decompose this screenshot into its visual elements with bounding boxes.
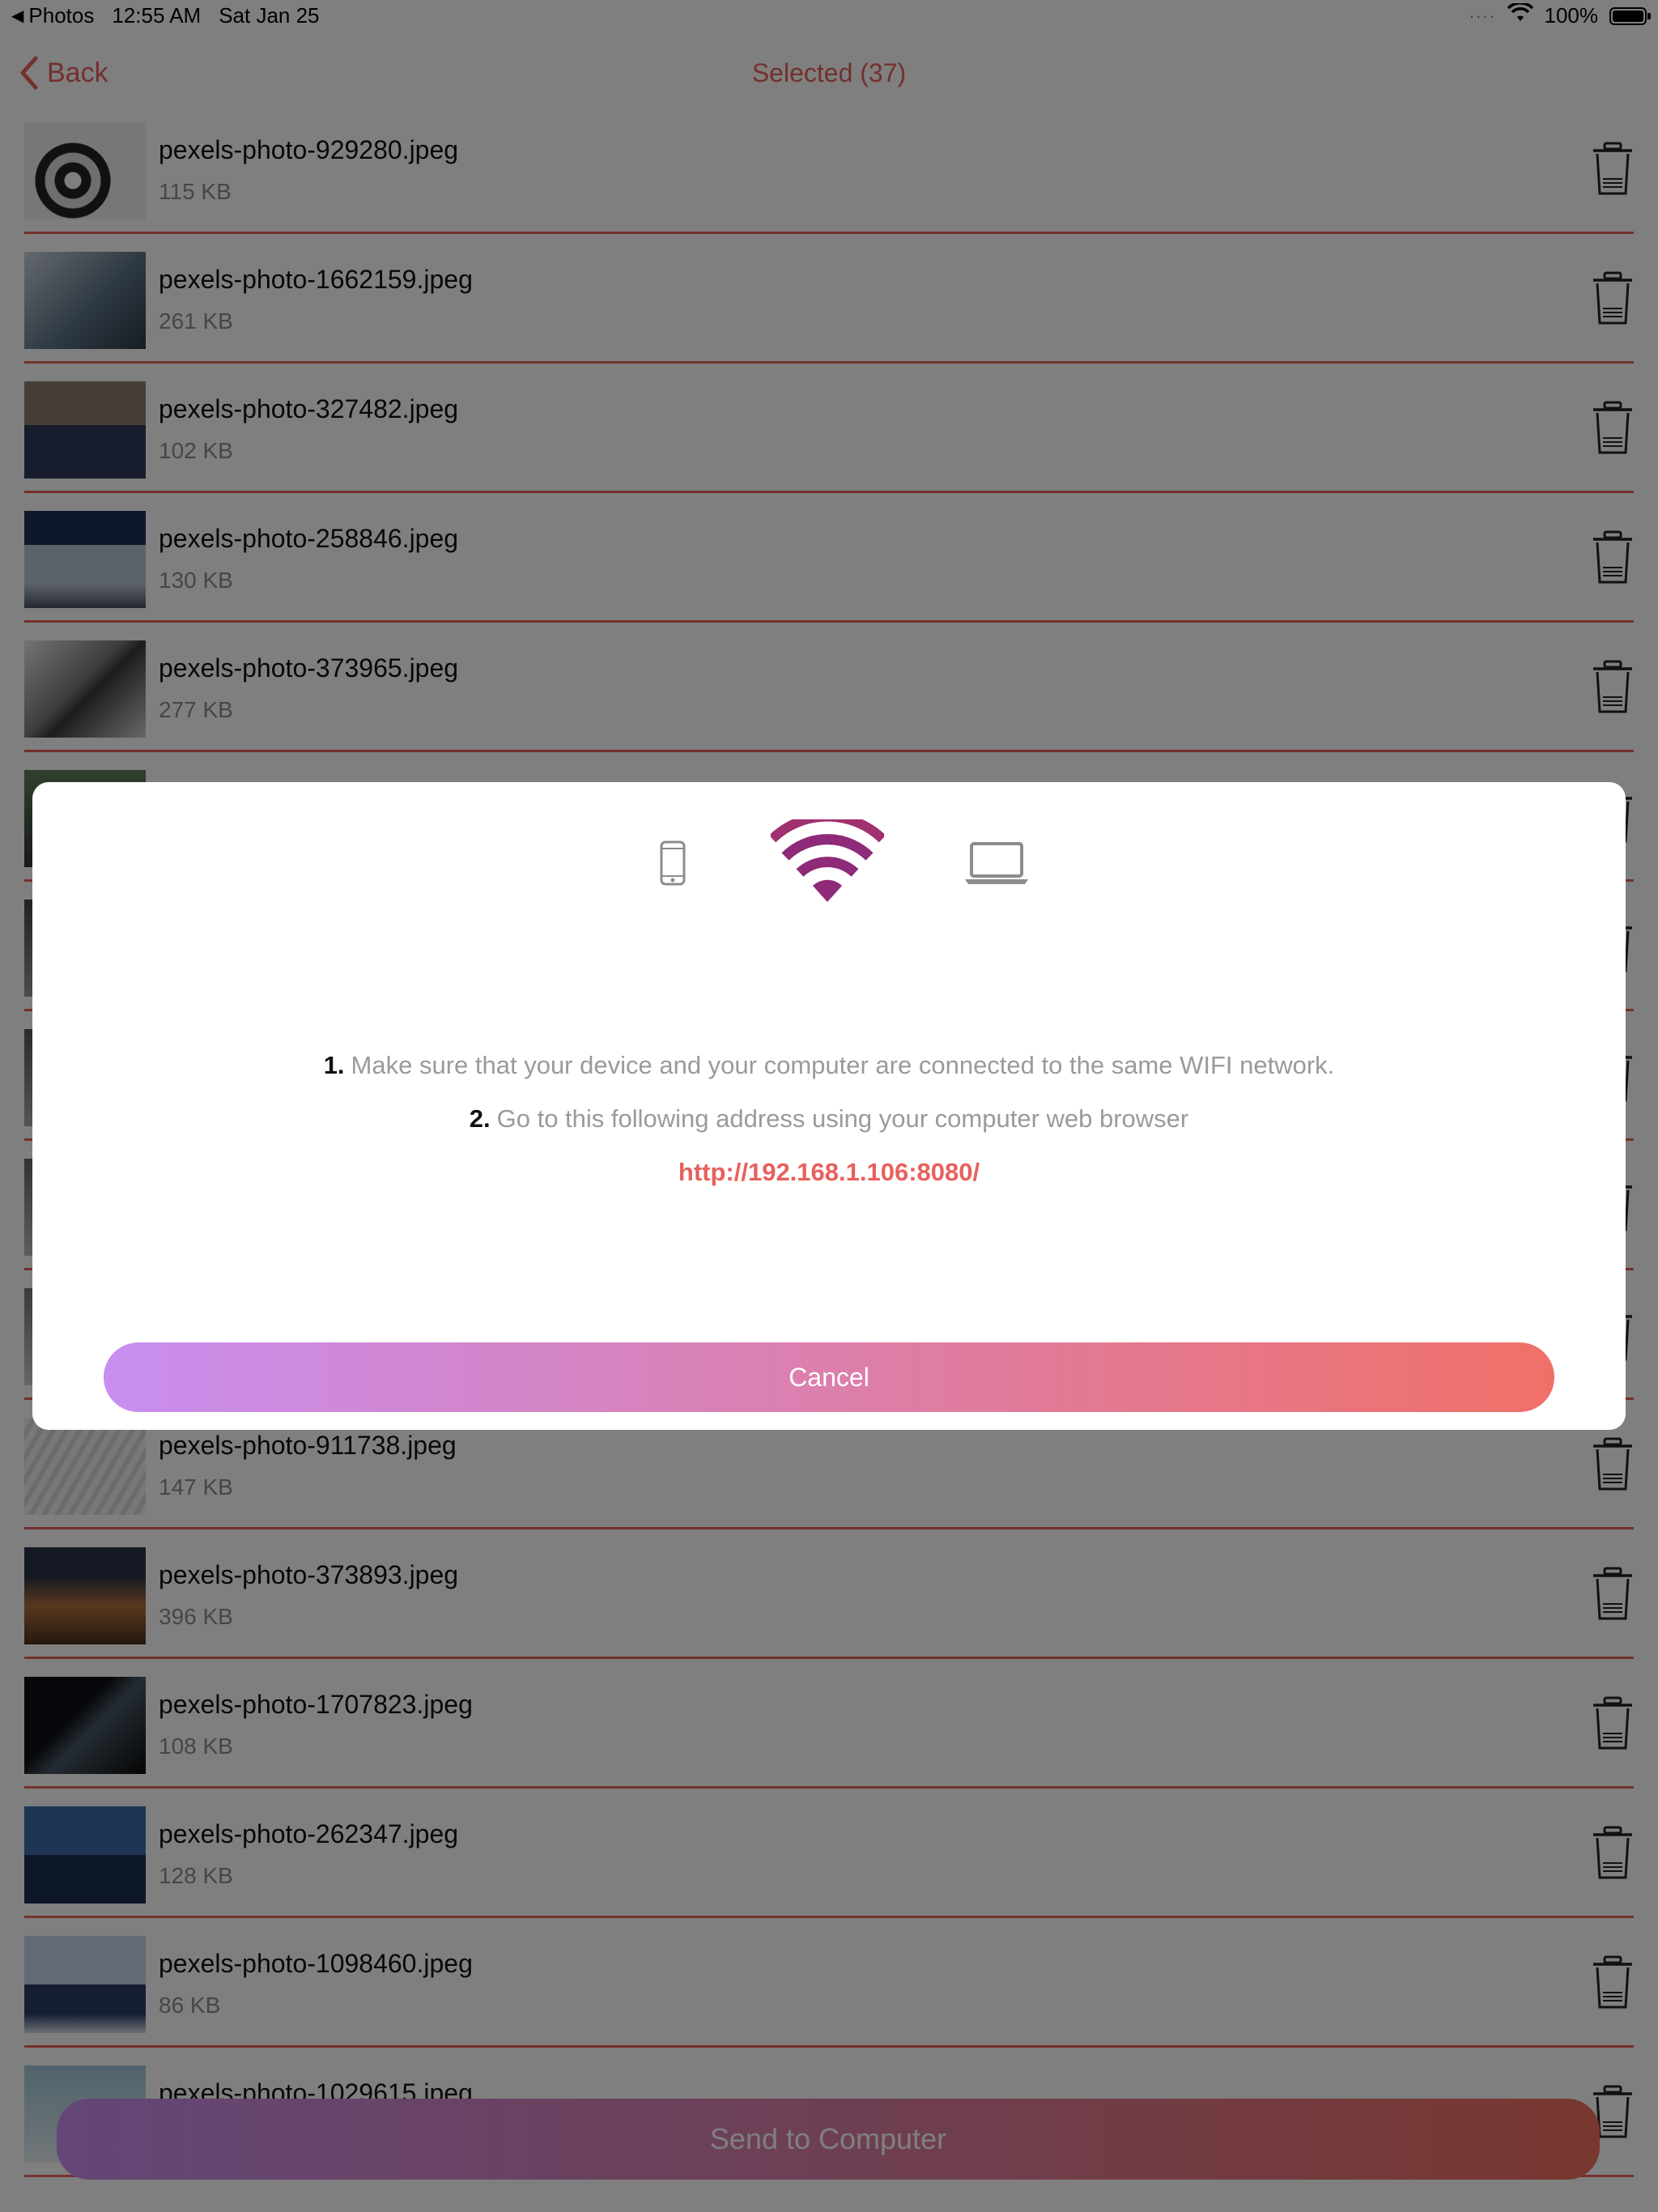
wifi-icon (768, 811, 886, 908)
step-2-number: 2. (469, 1104, 491, 1133)
server-address: http://192.168.1.106:8080/ (678, 1158, 980, 1186)
instruction-step-1: 1. Make sure that your device and your co… (32, 1051, 1626, 1080)
step-1-number: 1. (323, 1051, 345, 1079)
instruction-step-2: 2. Go to this following address using you… (32, 1104, 1626, 1134)
phone-icon (659, 840, 687, 890)
laptop-icon (963, 840, 1030, 890)
step-1-text: Make sure that your device and your comp… (351, 1051, 1335, 1079)
wifi-transfer-dialog: 1. Make sure that your device and your co… (32, 782, 1626, 1430)
step-2-text: Go to this following address using your … (496, 1104, 1189, 1133)
cancel-button[interactable]: Cancel (104, 1342, 1554, 1412)
